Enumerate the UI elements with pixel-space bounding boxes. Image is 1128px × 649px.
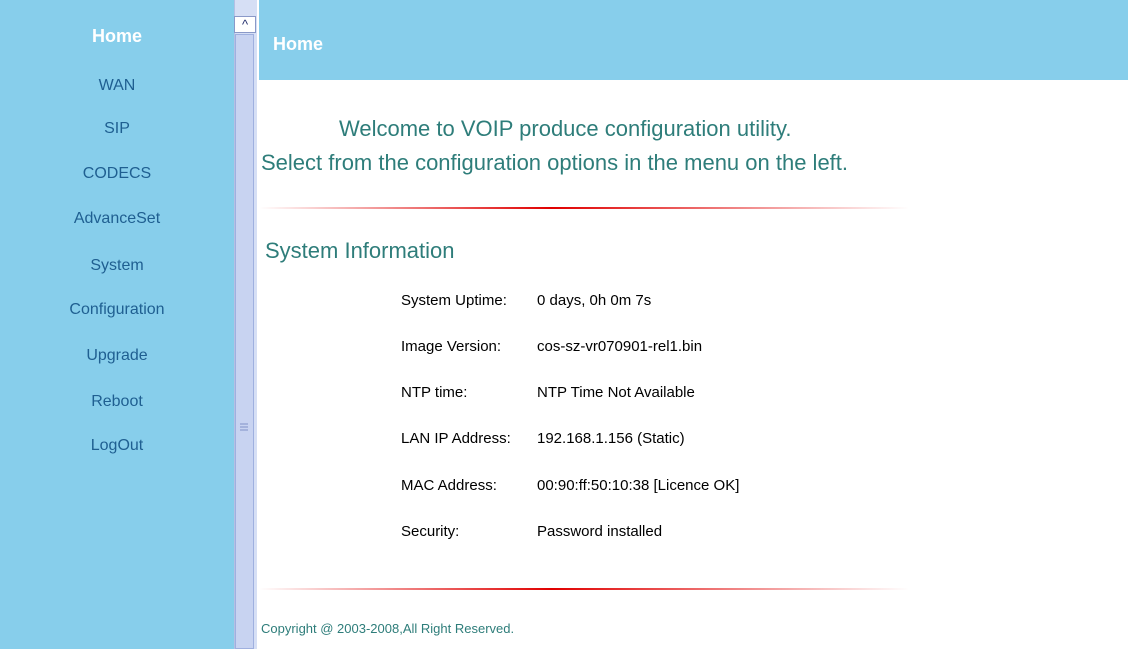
security-label: Security: [401, 523, 460, 540]
divider-top [259, 207, 909, 209]
sidebar-item-logout[interactable]: LogOut [0, 437, 234, 455]
welcome-line-1: Welcome to VOIP produce configuration ut… [339, 116, 792, 141]
image-version-value: cos-sz-vr070901-rel1.bin [537, 338, 703, 355]
security-value: Password installed [537, 523, 663, 540]
sidebar-item-sip[interactable]: SIP [0, 120, 234, 138]
sidebar-item-codecs[interactable]: CODECS [0, 165, 234, 183]
main-content: Home Welcome to VOIP produce configurati… [259, 0, 1128, 649]
sidebar-item-home[interactable]: Home [0, 26, 234, 47]
page-title: Home [273, 34, 324, 54]
sidebar-item-upgrade[interactable]: Upgrade [0, 347, 234, 365]
ntp-time-value: NTP Time Not Available [537, 384, 695, 401]
page-header: Home [259, 0, 1128, 80]
sidebar-nav: Home WAN SIP CODECS AdvanceSet System Co… [0, 0, 234, 649]
sidebar-item-system[interactable]: System [0, 257, 234, 275]
copyright-text: Copyright @ 2003-2008,All Right Reserved… [261, 621, 515, 636]
mac-address-label: MAC Address: [401, 477, 497, 494]
scroll-grip-icon [240, 423, 248, 437]
system-info-heading: System Information [265, 238, 455, 263]
ntp-time-label: NTP time: [401, 384, 468, 401]
sidebar-item-advanceset[interactable]: AdvanceSet [0, 210, 234, 228]
lan-ip-label: LAN IP Address: [401, 430, 511, 447]
lan-ip-value: 192.168.1.156 (Static) [537, 430, 685, 447]
sidebar-item-reboot[interactable]: Reboot [0, 393, 234, 411]
scroll-up-button[interactable]: ^ [234, 16, 256, 33]
welcome-line-2: Select from the configuration options in… [261, 150, 849, 175]
scroll-thumb[interactable] [235, 34, 254, 649]
image-version-label: Image Version: [401, 338, 502, 355]
chevron-up-icon: ^ [241, 17, 249, 32]
sidebar-item-wan[interactable]: WAN [0, 77, 234, 95]
mac-address-value: 00:90:ff:50:10:38 [Licence OK] [537, 477, 740, 494]
uptime-label: System Uptime: [401, 292, 507, 309]
uptime-value: 0 days, 0h 0m 7s [537, 292, 652, 309]
sidebar-item-configuration[interactable]: Configuration [0, 301, 234, 319]
divider-bottom [259, 588, 909, 590]
